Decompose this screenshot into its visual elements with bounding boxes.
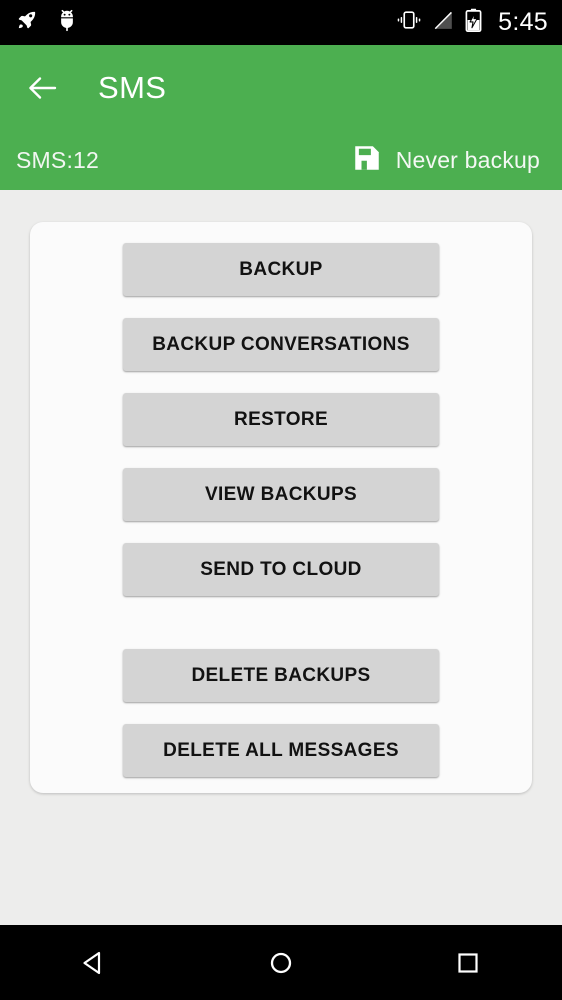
nav-home-icon[interactable] [236, 925, 326, 1000]
rocket-icon [16, 9, 38, 36]
actions-card: BACKUP BACKUP CONVERSATIONS RESTORE VIEW… [30, 222, 532, 793]
delete-all-messages-button[interactable]: DELETE ALL MESSAGES [123, 724, 439, 777]
vibrate-icon [396, 9, 422, 36]
send-to-cloud-button[interactable]: SEND TO CLOUD [123, 543, 439, 596]
phone-screen: 5:45 SMS SMS:12 Never backup BACKUP BACK… [0, 0, 562, 1000]
status-bar-right-icons: 5:45 [396, 8, 548, 37]
android-bug-icon [56, 8, 78, 37]
sms-count-label: SMS:12 [16, 146, 100, 173]
status-bar-clock: 5:45 [498, 8, 548, 36]
content-area: BACKUP BACKUP CONVERSATIONS RESTORE VIEW… [0, 190, 562, 925]
back-arrow-icon[interactable] [22, 67, 64, 109]
backup-status-button[interactable]: Never backup [352, 143, 540, 178]
view-backups-button[interactable]: VIEW BACKUPS [123, 468, 439, 521]
status-bar: 5:45 [0, 0, 562, 45]
app-bar: SMS [0, 45, 562, 130]
sub-header: SMS:12 Never backup [0, 130, 562, 190]
delete-backups-button[interactable]: DELETE BACKUPS [123, 649, 439, 702]
no-sim-signal-icon [433, 10, 454, 36]
floppy-disk-save-icon [352, 143, 382, 178]
nav-back-icon[interactable] [49, 925, 139, 1000]
nav-recents-icon[interactable] [423, 925, 513, 1000]
android-navigation-bar [0, 925, 562, 1000]
backup-status-label: Never backup [395, 146, 540, 173]
restore-button[interactable]: RESTORE [123, 393, 439, 446]
status-bar-left-icons [16, 8, 78, 37]
backup-conversations-button[interactable]: BACKUP CONVERSATIONS [123, 318, 439, 371]
page-title: SMS [98, 69, 167, 105]
backup-button[interactable]: BACKUP [123, 243, 439, 296]
battery-charging-icon [465, 8, 482, 37]
